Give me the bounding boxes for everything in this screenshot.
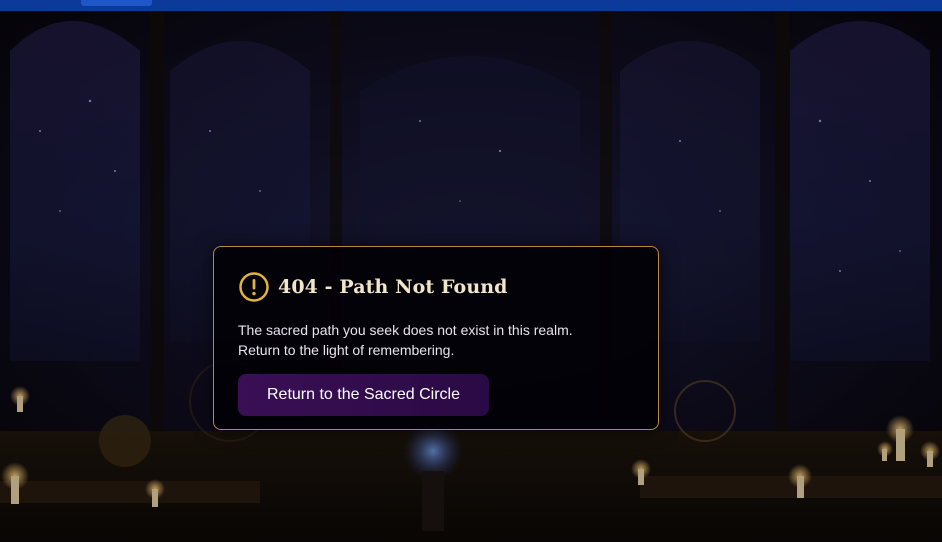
dialog-header: 404 - Path Not Found <box>238 271 508 303</box>
active-nav-tab[interactable] <box>81 0 152 6</box>
error-title: 404 - Path Not Found <box>278 276 508 298</box>
page: 404 - Path Not Found The sacred path you… <box>0 0 942 542</box>
error-message: The sacred path you seek does not exist … <box>238 320 638 360</box>
top-navigation-bar <box>0 0 942 11</box>
error-message-line-1: The sacred path you seek does not exist … <box>238 322 573 338</box>
return-to-sacred-circle-button[interactable]: Return to the Sacred Circle <box>238 374 489 416</box>
error-message-line-2: Return to the light of remembering. <box>238 342 455 358</box>
alert-circle-icon <box>238 271 270 303</box>
error-dialog: 404 - Path Not Found The sacred path you… <box>213 246 659 430</box>
